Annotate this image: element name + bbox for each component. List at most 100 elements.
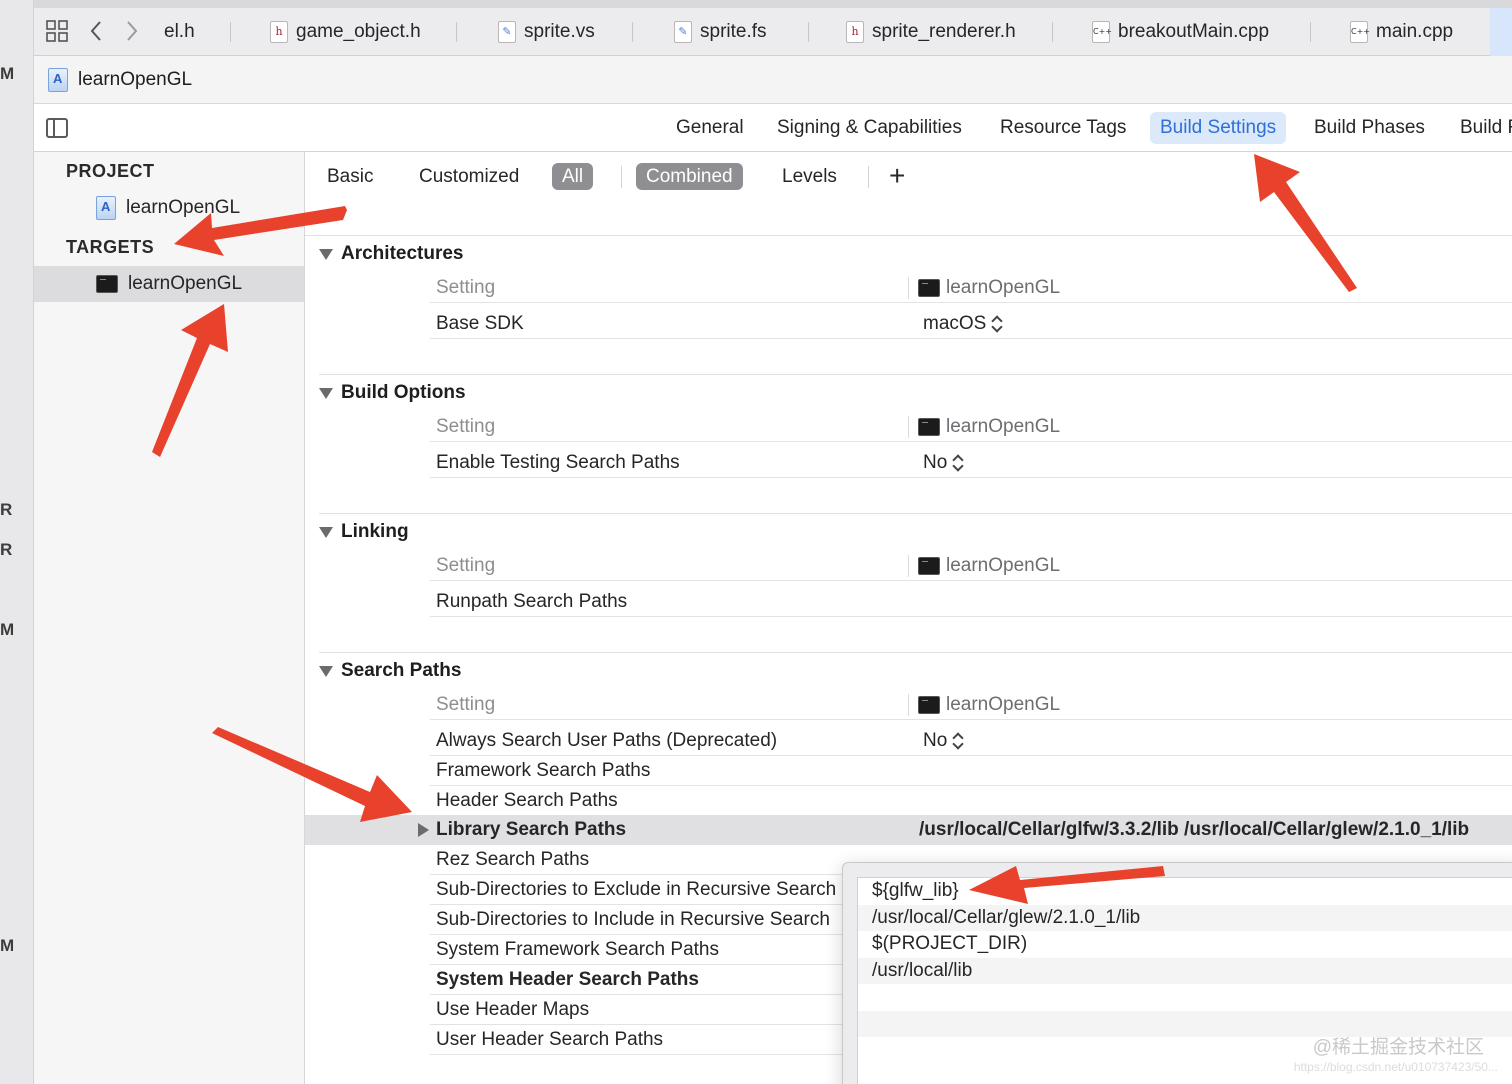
- setting-row[interactable]: Framework Search Paths: [430, 756, 1512, 786]
- setting-value[interactable]: No: [923, 448, 963, 478]
- filter-divider: [621, 166, 622, 188]
- setting-value[interactable]: /usr/local/Cellar/glfw/3.3.2/lib /usr/lo…: [919, 815, 1469, 845]
- setting-name: Use Header Maps: [436, 999, 590, 1020]
- project-header: PROJECT: [66, 161, 155, 181]
- setting-row[interactable]: Base SDK macOS: [430, 309, 1512, 339]
- setting-column-header: Setting: [436, 277, 496, 298]
- watermark: @稀土掘金技术社区: [1312, 1037, 1484, 1058]
- setting-value[interactable]: No: [923, 726, 963, 756]
- sidebar-toggle-icon[interactable]: [46, 118, 68, 138]
- shader-file-icon: ✎: [674, 21, 692, 43]
- path-list-item[interactable]: $(PROJECT_DIR): [858, 931, 1512, 958]
- path-list-item[interactable]: /usr/local/lib: [858, 957, 1512, 984]
- forward-chevron-icon[interactable]: [124, 20, 140, 42]
- file-tab-label: sprite.fs: [700, 21, 767, 42]
- project-target-list: PROJECT learnOpenGL TARGETS learnOpenGL: [34, 152, 305, 1084]
- setting-row[interactable]: Always Search User Paths (Deprecated) No: [430, 726, 1512, 756]
- active-tab-edge: [1490, 8, 1512, 56]
- tab-build-settings[interactable]: Build Settings: [1150, 112, 1287, 144]
- file-tab-label: el.h: [164, 21, 195, 42]
- filter-basic-button[interactable]: Basic: [317, 163, 383, 190]
- setting-column-header: Setting: [436, 416, 496, 437]
- setting-row[interactable]: Header Search Paths: [430, 786, 1512, 816]
- setting-name: Sub-Directories to Include in Recursive …: [436, 909, 830, 930]
- section-divider: [305, 235, 1512, 236]
- file-tab[interactable]: el.h: [164, 18, 195, 46]
- section-build-options[interactable]: Build Options: [319, 382, 466, 404]
- section-linking[interactable]: Linking: [319, 521, 409, 543]
- target-column-label: learnOpenGL: [946, 555, 1061, 576]
- grid-icon[interactable]: [46, 20, 68, 42]
- file-tab[interactable]: ✎ sprite.fs: [674, 18, 767, 46]
- gutter-badge: R: [0, 500, 13, 519]
- setting-value[interactable]: macOS: [923, 309, 1002, 339]
- disclosure-triangle-icon[interactable]: [319, 526, 333, 538]
- section-architectures[interactable]: Architectures: [319, 243, 464, 265]
- setting-row-selected[interactable]: Library Search Paths /usr/local/Cellar/g…: [305, 815, 1512, 845]
- stepper-icon[interactable]: [953, 455, 963, 471]
- add-setting-button[interactable]: +: [889, 162, 905, 190]
- file-tab[interactable]: h sprite_renderer.h: [846, 18, 1016, 46]
- disclosure-triangle-icon[interactable]: [319, 248, 333, 260]
- terminal-app-icon: [918, 279, 940, 297]
- filter-levels-button[interactable]: Levels: [772, 163, 847, 190]
- target-item-label: learnOpenGL: [128, 273, 243, 294]
- tab-divider: [1310, 22, 1311, 42]
- jump-bar-project[interactable]: learnOpenGL: [78, 69, 192, 91]
- disclosure-triangle-icon[interactable]: [319, 387, 333, 399]
- section-search-paths[interactable]: Search Paths: [319, 660, 461, 682]
- project-editor-tabs: General Signing & Capabilities Resource …: [34, 104, 1512, 152]
- file-tab[interactable]: C++ main.cpp: [1350, 18, 1453, 46]
- filter-all-button[interactable]: All: [552, 163, 594, 190]
- path-list-item[interactable]: ${glfw_lib}: [858, 878, 1512, 905]
- tab-divider: [230, 22, 231, 42]
- filter-customized-button[interactable]: Customized: [409, 163, 529, 190]
- filter-combined-button[interactable]: Combined: [636, 163, 743, 190]
- setting-name: Always Search User Paths (Deprecated): [436, 730, 778, 751]
- tab-general[interactable]: General: [666, 112, 754, 144]
- tab-build-phases[interactable]: Build Phases: [1304, 112, 1435, 144]
- setting-name: Enable Testing Search Paths: [436, 452, 680, 473]
- target-item[interactable]: learnOpenGL: [34, 266, 304, 302]
- terminal-app-icon: [918, 418, 940, 436]
- tab-resource-tags[interactable]: Resource Tags: [990, 112, 1136, 144]
- file-tab[interactable]: C++ breakoutMain.cpp: [1092, 18, 1269, 46]
- stepper-icon[interactable]: [953, 733, 963, 749]
- back-chevron-icon[interactable]: [88, 20, 104, 42]
- terminal-app-icon: [96, 275, 118, 293]
- jump-bar: learnOpenGL: [34, 56, 1512, 104]
- section-divider: [319, 513, 1512, 514]
- project-item[interactable]: learnOpenGL: [34, 190, 304, 226]
- setting-value-text: macOS: [923, 313, 987, 334]
- tab-divider: [1052, 22, 1053, 42]
- setting-name: System Framework Search Paths: [436, 939, 719, 960]
- stepper-icon[interactable]: [992, 316, 1002, 332]
- path-list-item[interactable]: /usr/local/Cellar/glew/2.1.0_1/lib: [858, 904, 1512, 931]
- filter-divider: [868, 166, 869, 188]
- settings-header-row: Setting learnOpenGL: [430, 273, 1512, 303]
- settings-header-row: Setting learnOpenGL: [430, 690, 1512, 720]
- gutter-badge: M: [0, 64, 15, 83]
- disclosure-triangle-icon[interactable]: [418, 823, 429, 837]
- setting-row[interactable]: Enable Testing Search Paths No: [430, 448, 1512, 478]
- target-column-label: learnOpenGL: [946, 694, 1061, 715]
- shader-file-icon: ✎: [498, 21, 516, 43]
- tab-divider: [456, 22, 457, 42]
- tab-signing-capabilities[interactable]: Signing & Capabilities: [767, 112, 972, 144]
- path-list-item[interactable]: [858, 984, 1512, 1011]
- tab-build-rules[interactable]: Build R: [1450, 112, 1512, 144]
- tab-tools: [46, 20, 140, 42]
- setting-row[interactable]: Runpath Search Paths: [430, 587, 1512, 617]
- disclosure-triangle-icon[interactable]: [319, 665, 333, 677]
- section-title: Linking: [341, 521, 409, 542]
- section-title: Search Paths: [341, 660, 462, 681]
- setting-name: User Header Search Paths: [436, 1029, 664, 1050]
- section-title: Build Options: [341, 382, 466, 403]
- settings-header-row: Setting learnOpenGL: [430, 412, 1512, 442]
- setting-name: Base SDK: [436, 313, 524, 334]
- setting-name: Framework Search Paths: [436, 760, 651, 781]
- file-tab[interactable]: h game_object.h: [270, 18, 421, 46]
- target-column-header: learnOpenGL: [907, 412, 1060, 442]
- file-tab[interactable]: ✎ sprite.vs: [498, 18, 595, 46]
- section-divider: [319, 652, 1512, 653]
